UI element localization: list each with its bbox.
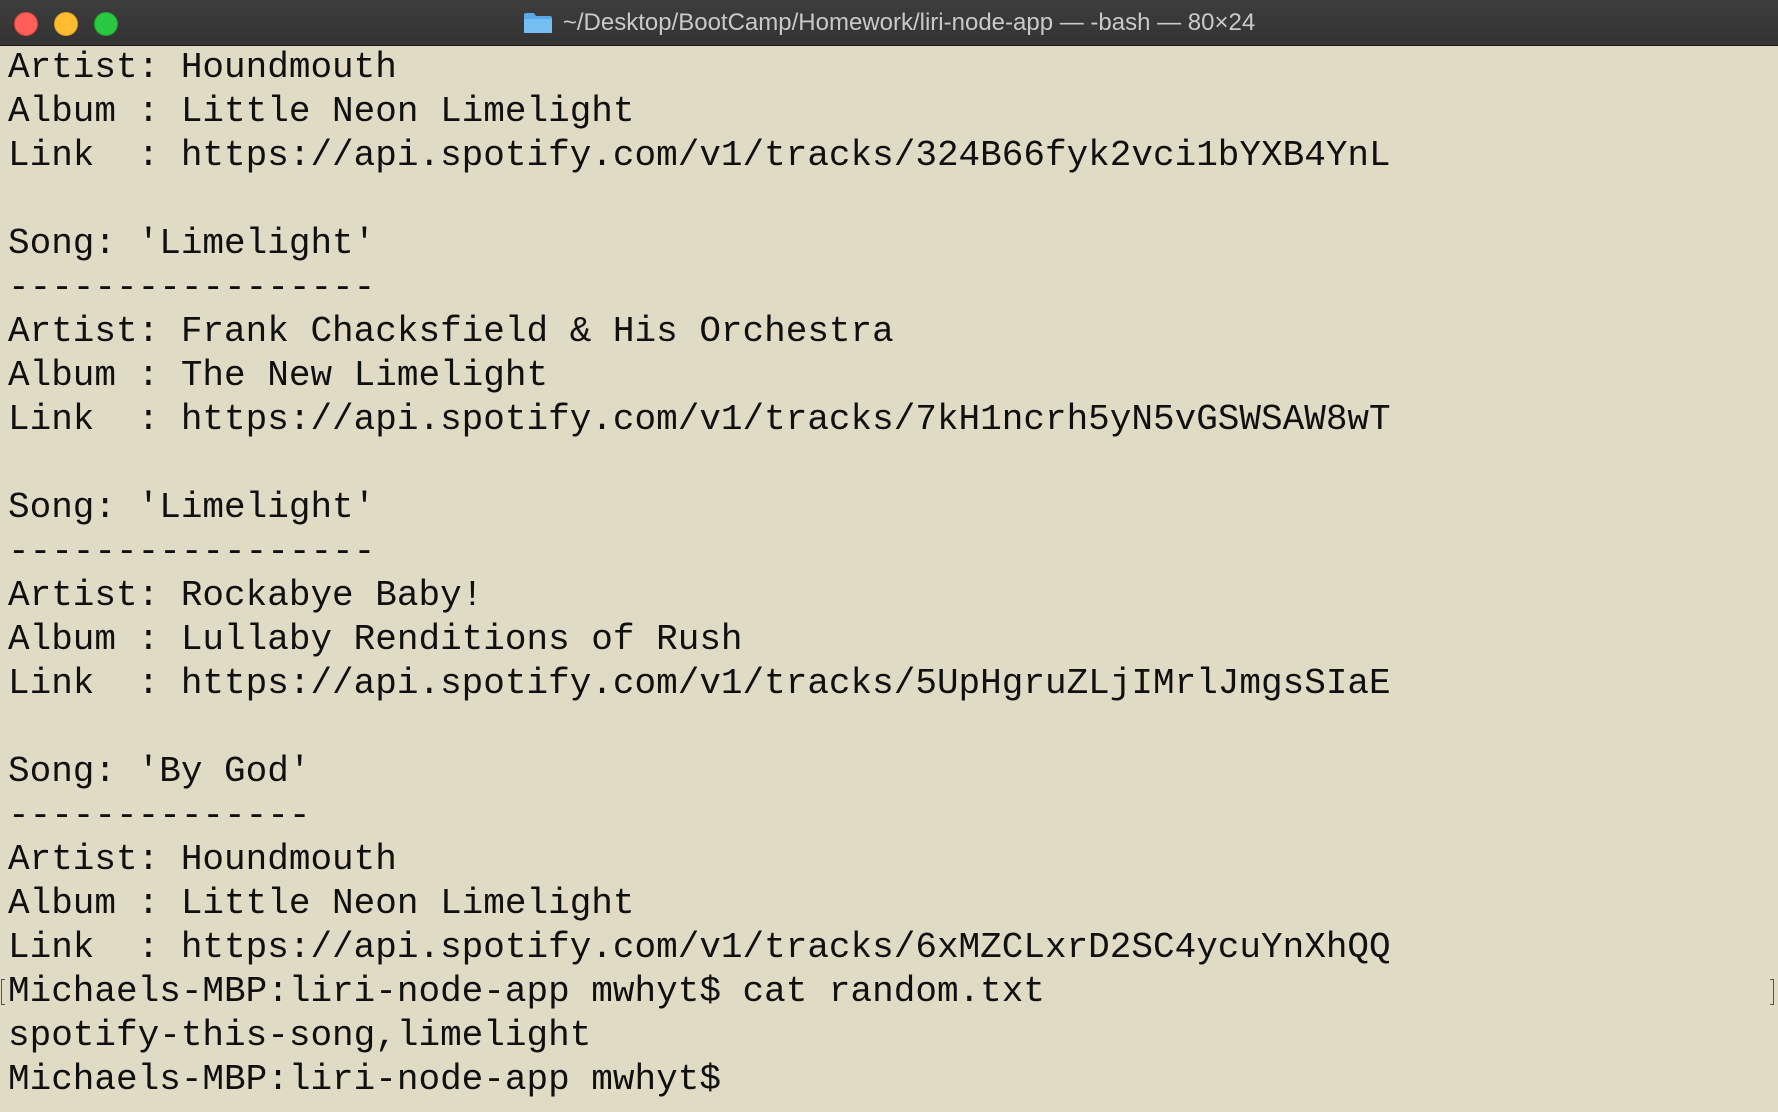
terminal-line: Album : Little Neon Limelight [8, 883, 635, 924]
prompt-mark-left [1, 979, 5, 1005]
terminal-line: spotify-this-song,limelight [8, 1015, 592, 1056]
terminal-line: Album : The New Limelight [8, 355, 549, 396]
terminal-line: Link : https://api.spotify.com/v1/tracks… [8, 135, 1391, 176]
terminal-line: Song: 'Limelight' [8, 223, 376, 264]
prompt-mark-right [1770, 979, 1774, 1005]
prompt-line: Michaels-MBP:liri-node-app mwhyt$ [8, 1059, 721, 1100]
terminal-line: Album : Little Neon Limelight [8, 91, 635, 132]
terminal-line: Link : https://api.spotify.com/v1/tracks… [8, 927, 1391, 968]
terminal-output[interactable]: Artist: Houndmouth Album : Little Neon L… [0, 46, 1778, 1112]
terminal-line: -------------- [8, 795, 311, 836]
terminal-line: Album : Lullaby Renditions of Rush [8, 619, 743, 660]
terminal-line: Artist: Rockabye Baby! [8, 575, 484, 616]
terminal-line: Artist: Frank Chacksfield & His Orchestr… [8, 311, 894, 352]
terminal-line: ----------------- [8, 531, 376, 572]
title-bar[interactable]: ~/Desktop/BootCamp/Homework/liri-node-ap… [0, 0, 1778, 46]
terminal-line: Song: 'Limelight' [8, 487, 376, 528]
terminal-line: Song: 'By God' [8, 751, 311, 792]
prompt-line: Michaels-MBP:liri-node-app mwhyt$ cat ra… [8, 971, 1045, 1012]
window-title: ~/Desktop/BootCamp/Homework/liri-node-ap… [562, 9, 1256, 36]
terminal-line: Artist: Houndmouth [8, 47, 397, 88]
terminal-line: Link : https://api.spotify.com/v1/tracks… [8, 399, 1391, 440]
folder-icon [523, 12, 553, 34]
terminal-line: ----------------- [8, 267, 376, 308]
terminal-line: Artist: Houndmouth [8, 839, 397, 880]
terminal-line: Link : https://api.spotify.com/v1/tracks… [8, 663, 1391, 704]
window-title-group: ~/Desktop/BootCamp/Homework/liri-node-ap… [0, 0, 1778, 46]
terminal-window: ~/Desktop/BootCamp/Homework/liri-node-ap… [0, 0, 1778, 1112]
